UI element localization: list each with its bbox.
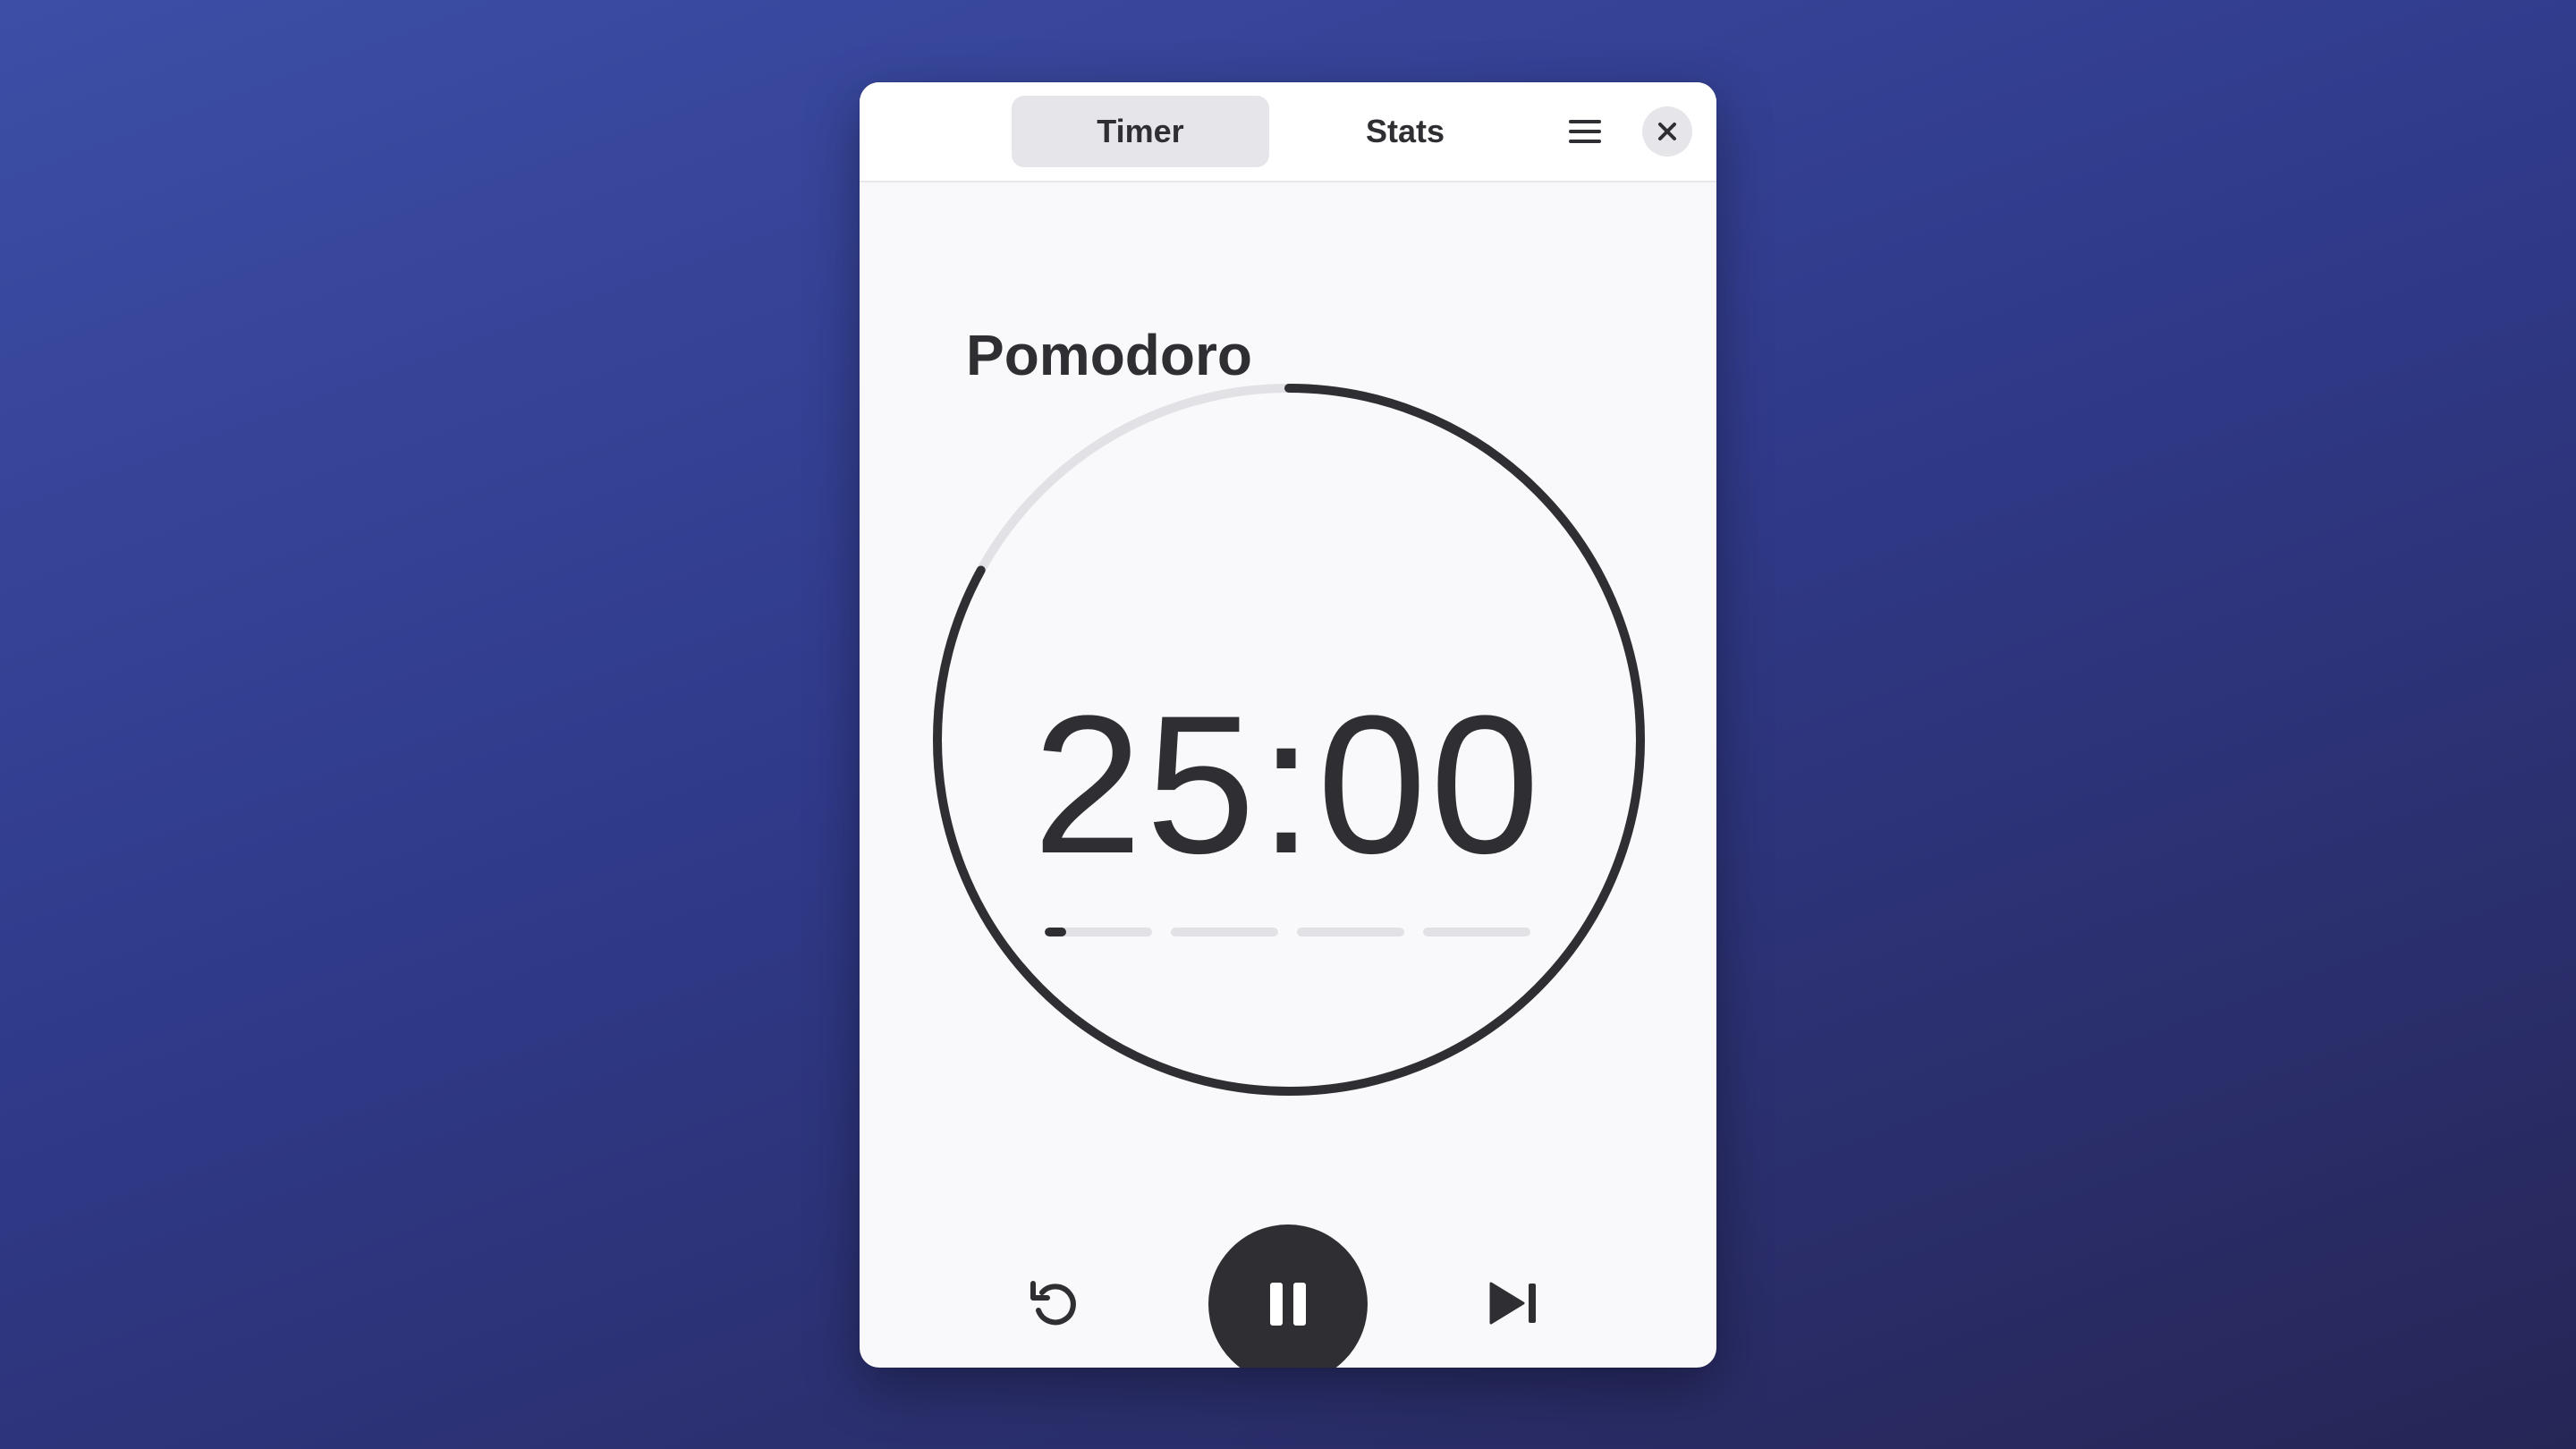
tab-stats-label: Stats	[1365, 113, 1445, 149]
header-bar: Timer Stats	[860, 82, 1716, 182]
session-indicator-1	[1045, 928, 1152, 936]
page-title: Pomodoro	[966, 323, 1252, 387]
reset-icon	[1030, 1281, 1076, 1326]
tab-stats[interactable]: Stats	[1276, 96, 1534, 167]
session-indicator-3	[1297, 928, 1404, 936]
menu-button[interactable]	[1558, 105, 1612, 158]
close-icon	[1658, 123, 1676, 140]
tab-timer[interactable]: Timer	[1012, 96, 1269, 167]
session-indicators	[1045, 928, 1531, 936]
session-fill	[1045, 928, 1066, 936]
close-button[interactable]	[1642, 106, 1692, 157]
skip-next-icon	[1489, 1282, 1536, 1325]
pause-icon	[1270, 1283, 1306, 1326]
tab-timer-label: Timer	[1097, 113, 1184, 149]
timer-window: Timer Stats Pomodoro 25:00	[860, 82, 1716, 1368]
session-indicator-4	[1423, 928, 1530, 936]
hamburger-menu-icon	[1569, 120, 1601, 143]
skip-button[interactable]	[1479, 1267, 1550, 1339]
session-indicator-2	[1171, 928, 1278, 936]
pause-button[interactable]	[1208, 1224, 1368, 1368]
timer-display: 25:00	[1032, 674, 1544, 894]
reset-button[interactable]	[1019, 1267, 1090, 1339]
